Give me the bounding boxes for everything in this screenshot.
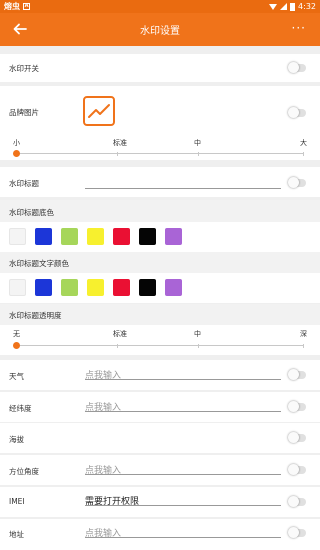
bg-color-label: 水印标题底色 [9, 208, 54, 217]
text-color-swatch[interactable] [139, 279, 156, 296]
watermark-switch-label: 水印开关 [9, 64, 39, 73]
text-color-swatch[interactable] [35, 279, 52, 296]
size-slider-knob[interactable] [13, 150, 20, 157]
imei-input[interactable]: 需要打开权限 [85, 494, 281, 507]
status-time: 4:32 [298, 2, 316, 11]
altitude-label: 海拔 [9, 435, 24, 444]
weather-row: 天气 点我输入 [0, 360, 320, 390]
weather-label: 天气 [9, 372, 24, 381]
bearing-input[interactable]: 点我输入 [85, 463, 281, 476]
watermark-switch-toggle[interactable] [288, 62, 306, 73]
address-row: 地址 点我输入 [0, 519, 320, 550]
text-color-header: 水印标题文字颜色 [0, 252, 320, 273]
bg-color-swatch[interactable] [165, 228, 182, 245]
opacity-tick [117, 344, 118, 348]
bearing-row: 方位角度 点我输入 [0, 455, 320, 485]
bearing-toggle[interactable] [288, 464, 306, 475]
address-label: 地址 [9, 530, 24, 539]
text-color-label: 水印标题文字颜色 [9, 259, 69, 268]
text-color-swatch[interactable] [113, 279, 130, 296]
text-color-swatch[interactable] [61, 279, 78, 296]
address-input[interactable]: 点我输入 [85, 526, 281, 539]
opacity-label-medium: 中 [194, 330, 201, 338]
bg-color-header: 水印标题底色 [0, 200, 320, 222]
latlng-row: 经纬度 点我输入 [0, 392, 320, 422]
size-tick [117, 152, 118, 156]
text-color-swatch[interactable] [9, 279, 26, 296]
brand-image-picker[interactable] [83, 96, 115, 126]
back-arrow-icon[interactable] [12, 21, 28, 37]
opacity-tick [303, 344, 304, 348]
size-tick [198, 152, 199, 156]
size-label-standard: 标准 [113, 139, 127, 147]
bg-color-swatch[interactable] [61, 228, 78, 245]
latlng-input[interactable]: 点我输入 [85, 400, 281, 413]
altitude-toggle[interactable] [288, 432, 306, 443]
bg-color-swatch[interactable] [139, 228, 156, 245]
imei-label: IMEI [9, 497, 25, 506]
latlng-label: 经纬度 [9, 404, 32, 413]
opacity-tick [198, 344, 199, 348]
signal-icon [280, 3, 288, 10]
opacity-header: 水印标题透明度 [0, 304, 320, 325]
imei-toggle[interactable] [288, 496, 306, 507]
bg-color-swatch[interactable] [113, 228, 130, 245]
bg-color-swatch[interactable] [87, 228, 104, 245]
app-bar: 水印设置 ··· [0, 13, 320, 46]
bg-color-swatches [9, 228, 182, 245]
latlng-toggle[interactable] [288, 401, 306, 412]
brand-image-label: 品牌图片 [9, 108, 39, 117]
opacity-label-standard: 标准 [113, 330, 127, 338]
opacity-label: 水印标题透明度 [9, 311, 62, 320]
text-color-swatch[interactable] [165, 279, 182, 296]
size-label-small: 小 [13, 139, 20, 147]
opacity-label-none: 无 [13, 330, 20, 338]
bg-color-swatch[interactable] [35, 228, 52, 245]
wm-title-toggle[interactable] [288, 177, 306, 188]
more-options-icon[interactable]: ··· [292, 22, 306, 34]
status-app-text: 熔虫 [4, 2, 20, 11]
opacity-slider[interactable] [13, 342, 304, 349]
image-trend-icon [88, 104, 110, 118]
imei-row: IMEI 需要打开权限 [0, 487, 320, 517]
opacity-row [0, 325, 320, 355]
bg-color-row [0, 222, 320, 252]
brand-image-toggle[interactable] [288, 107, 306, 118]
text-color-row [0, 273, 320, 303]
weather-toggle[interactable] [288, 369, 306, 380]
wifi-icon [269, 3, 278, 10]
text-color-swatch[interactable] [87, 279, 104, 296]
brand-image-row: 品牌图片 [0, 86, 320, 160]
notification-icon: A [23, 3, 30, 10]
size-label-large: 大 [300, 139, 307, 147]
bg-color-swatch[interactable] [9, 228, 26, 245]
text-color-swatches [9, 279, 182, 296]
size-slider[interactable] [13, 150, 304, 157]
opacity-slider-knob[interactable] [13, 342, 20, 349]
battery-icon [290, 2, 296, 11]
size-label-medium: 中 [194, 139, 201, 147]
address-toggle[interactable] [288, 527, 306, 538]
watermark-switch-row: 水印开关 [0, 54, 320, 82]
status-bar: 熔虫 A 4:32 [0, 0, 320, 13]
wm-title-row: 水印标题 [0, 167, 320, 197]
wm-title-input[interactable] [85, 176, 281, 189]
size-tick [303, 152, 304, 156]
wm-title-label: 水印标题 [9, 179, 39, 188]
bearing-label: 方位角度 [9, 467, 39, 476]
weather-input[interactable]: 点我输入 [85, 368, 281, 381]
opacity-label-deep: 深 [300, 330, 307, 338]
altitude-row: 海拔 [0, 423, 320, 453]
page-title: 水印设置 [140, 26, 180, 37]
